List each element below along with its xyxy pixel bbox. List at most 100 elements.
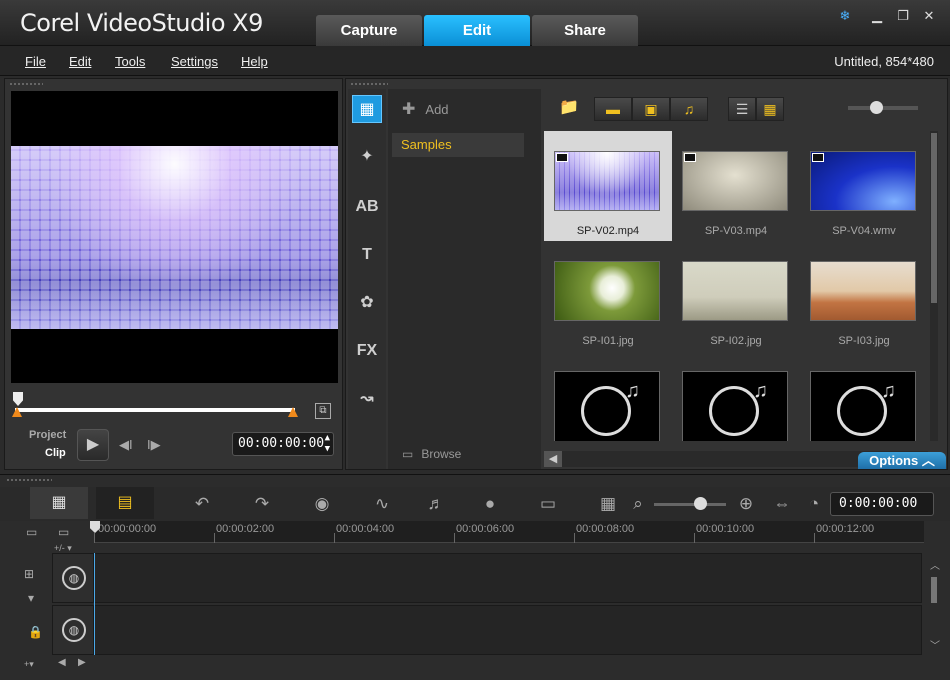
timeline-scroll-right-icon[interactable]: ▶ bbox=[78, 657, 86, 668]
transition-icon[interactable]: AB bbox=[352, 193, 382, 221]
enlarge-preview-icon[interactable]: ⧉ bbox=[315, 403, 331, 419]
subtitle-editor-icon[interactable]: ▭ bbox=[536, 493, 560, 515]
lock-track-icon[interactable]: 🔒 bbox=[28, 625, 43, 639]
scroll-up-icon[interactable]: ︿ bbox=[930, 557, 940, 572]
project-duration-icon[interactable]: ◔ bbox=[802, 493, 826, 515]
multi-camera-icon[interactable]: ▦ bbox=[596, 493, 620, 515]
thumbnail-size-knob[interactable] bbox=[870, 101, 883, 114]
title-icon[interactable]: T bbox=[352, 241, 382, 269]
timeline-view-button[interactable]: ▤ bbox=[96, 487, 154, 519]
media-item[interactable]: SP-I03.jpg bbox=[800, 241, 928, 351]
trim-end-marker[interactable] bbox=[288, 407, 298, 417]
scrubber-track[interactable] bbox=[15, 408, 295, 412]
close-icon[interactable]: ✕ bbox=[920, 8, 938, 24]
overlay-track-header[interactable]: ◍ bbox=[52, 605, 94, 655]
sound-mixer-icon[interactable]: ∿ bbox=[370, 493, 394, 515]
scroll-down-icon[interactable]: ﹀ bbox=[930, 637, 940, 652]
trim-start-marker[interactable] bbox=[12, 407, 22, 417]
browse-button[interactable]: ▭ Browse bbox=[402, 447, 461, 461]
mode-clip-label[interactable]: Clip bbox=[45, 447, 66, 459]
library-toolbar: 📁 ▬ ▣ ♫ ☰ ▦ bbox=[542, 89, 948, 129]
media-item[interactable]: SP-V03.mp4 bbox=[672, 131, 800, 241]
menu-edit[interactable]: Edit bbox=[69, 54, 91, 69]
add-folder-button[interactable]: ✚ Add bbox=[402, 99, 449, 119]
player-timecode[interactable]: 00:00:00:00 ▲ ▼ bbox=[232, 432, 334, 456]
record-capture-icon[interactable]: ◉ bbox=[310, 493, 334, 515]
timecode-stepper-icon[interactable]: ▲ ▼ bbox=[325, 433, 330, 455]
video-track[interactable] bbox=[94, 553, 922, 603]
thumbnail-view-button[interactable]: ▦ bbox=[756, 97, 784, 121]
motion-tracking-icon[interactable]: ● bbox=[478, 493, 502, 515]
play-button[interactable]: ▶ bbox=[77, 429, 109, 461]
folder-icon[interactable]: 📁 bbox=[556, 97, 582, 121]
panel-grip[interactable] bbox=[6, 478, 52, 482]
path-icon[interactable]: ↝ bbox=[352, 385, 382, 413]
media-item[interactable]: SP-V04.wmv bbox=[800, 131, 928, 241]
show-all-tracks-icon[interactable]: ▭ bbox=[26, 525, 37, 539]
zoom-out-icon[interactable]: ⌕ bbox=[626, 493, 650, 515]
minimize-icon[interactable]: ▁ bbox=[868, 8, 886, 24]
show-photos-button[interactable]: ▣ bbox=[632, 97, 670, 121]
prev-frame-icon[interactable]: ◀I bbox=[119, 437, 133, 453]
timeline-vertical-scrollbar[interactable]: ︿ ﹀ bbox=[926, 553, 944, 653]
auto-music-icon[interactable]: ♬ bbox=[424, 493, 448, 515]
ruler-tick bbox=[454, 533, 455, 543]
scrubber-handle[interactable] bbox=[13, 392, 23, 406]
media-item[interactable]: SP-I01.jpg bbox=[544, 241, 672, 351]
media-item[interactable]: ♫ bbox=[800, 351, 928, 441]
show-audio-button[interactable]: ♫ bbox=[670, 97, 708, 121]
redo-icon[interactable]: ↷ bbox=[250, 493, 274, 515]
settings-globe-icon[interactable]: ❄ bbox=[836, 8, 854, 24]
options-button[interactable]: Options ︿ bbox=[858, 452, 946, 469]
add-label: Add bbox=[425, 102, 449, 117]
media-thumbnail bbox=[682, 261, 788, 321]
timeline-ruler[interactable]: 00:00:00:00 00:00:02:00 00:00:04:00 00:0… bbox=[94, 521, 924, 543]
timeline-scroll-thumb[interactable] bbox=[931, 577, 937, 603]
fit-project-icon[interactable]: ⇔ bbox=[770, 493, 794, 515]
media-item[interactable]: SP-I02.jpg bbox=[672, 241, 800, 351]
thumbnail-size-slider[interactable] bbox=[848, 106, 918, 110]
list-view-button[interactable]: ☰ bbox=[728, 97, 756, 121]
show-videos-button[interactable]: ▬ bbox=[594, 97, 632, 121]
video-badge-icon bbox=[812, 153, 824, 162]
ripple-editing-icon[interactable]: ⊞ bbox=[24, 567, 34, 581]
next-frame-icon[interactable]: I▶ bbox=[147, 437, 161, 453]
menu-file[interactable]: File bbox=[25, 54, 46, 69]
media-category-icon[interactable]: ▦ bbox=[352, 95, 382, 123]
graphic-icon[interactable]: ✿ bbox=[352, 289, 382, 317]
instant-project-icon[interactable]: ✦ bbox=[352, 143, 382, 171]
maximize-icon[interactable]: ❐ bbox=[894, 8, 912, 24]
overlay-track[interactable] bbox=[94, 605, 922, 655]
zoom-slider-knob[interactable] bbox=[694, 497, 707, 510]
panel-grip[interactable] bbox=[9, 82, 43, 86]
add-track-icon[interactable]: +▾ bbox=[24, 659, 34, 670]
video-track-header[interactable]: ◍ bbox=[52, 553, 94, 603]
tab-share[interactable]: Share bbox=[532, 15, 638, 46]
tab-capture[interactable]: Capture bbox=[316, 15, 422, 46]
filter-fx-icon[interactable]: FX bbox=[352, 337, 382, 365]
media-item[interactable]: ♫ bbox=[544, 351, 672, 441]
menu-help[interactable]: Help bbox=[241, 54, 268, 69]
media-item[interactable]: SP-V02.mp4 bbox=[544, 131, 672, 241]
audio-thumbnail: ♫ bbox=[810, 371, 916, 441]
zoom-slider[interactable] bbox=[654, 503, 726, 506]
timeline-timecode[interactable]: 0:00:00:00 bbox=[830, 492, 934, 516]
panel-grip[interactable] bbox=[350, 82, 388, 86]
playhead-line bbox=[94, 553, 95, 655]
storyboard-view-button[interactable]: ▦ bbox=[30, 487, 88, 519]
mode-project-label[interactable]: Project bbox=[29, 429, 66, 441]
preview-window bbox=[11, 91, 338, 383]
timeline-scroll-left-icon[interactable]: ◀ bbox=[58, 657, 66, 668]
chevron-down-icon[interactable]: ▾ bbox=[28, 591, 34, 605]
zoom-in-icon[interactable]: ⊕ bbox=[734, 493, 758, 515]
track-manager-icon[interactable]: ▭ bbox=[58, 525, 69, 539]
menu-tools[interactable]: Tools bbox=[115, 54, 145, 69]
undo-icon[interactable]: ↶ bbox=[190, 493, 214, 515]
grid-scroll-thumb[interactable] bbox=[931, 133, 937, 303]
folder-samples[interactable]: Samples bbox=[392, 133, 524, 157]
timeline-panel: ▦ ▤ ↶ ↷ ◉ ∿ ♬ ● ▭ ▦ ⌕ ⊕ ⇔ ◔ 0:00:00:00 ▭… bbox=[0, 474, 950, 680]
tab-edit[interactable]: Edit bbox=[424, 15, 530, 46]
menu-settings[interactable]: Settings bbox=[171, 54, 218, 69]
scroll-left-icon[interactable]: ◀ bbox=[544, 451, 562, 467]
media-item[interactable]: ♫ bbox=[672, 351, 800, 441]
